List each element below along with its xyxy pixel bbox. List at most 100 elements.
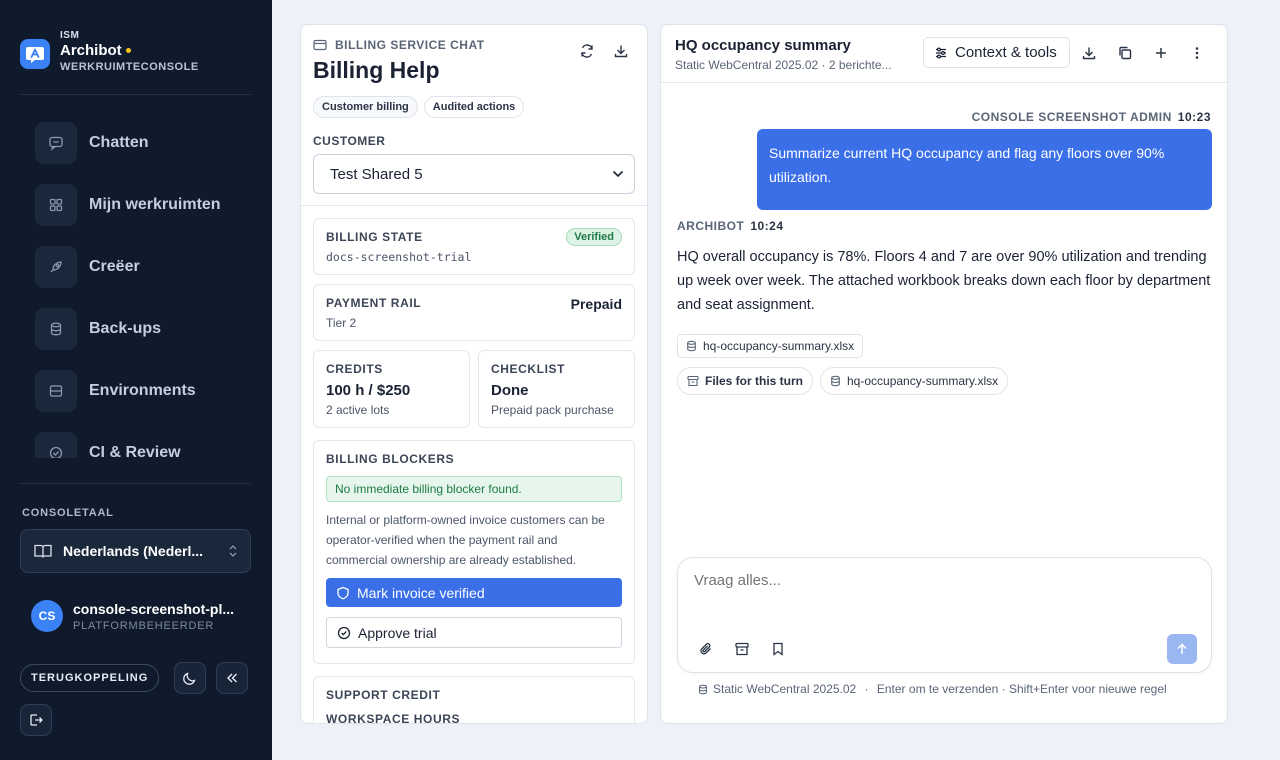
blocker-description: Internal or platform-owned invoice custo… bbox=[326, 513, 605, 567]
user-role: PLATFORMBEHEERDER bbox=[73, 619, 215, 632]
collapse-sidebar-button[interactable] bbox=[216, 662, 248, 694]
language-select[interactable]: Nederlands (Nederl... bbox=[20, 529, 251, 573]
archive-icon[interactable] bbox=[734, 641, 750, 657]
database-icon bbox=[35, 308, 77, 350]
chevrons-left-icon bbox=[224, 670, 240, 686]
sidebar-item-backups[interactable]: Back-ups bbox=[20, 298, 252, 360]
checklist-value: Done bbox=[491, 382, 529, 399]
customer-select[interactable]: Test Shared 5 bbox=[313, 154, 635, 194]
approve-trial-label: Approve trial bbox=[358, 624, 437, 641]
arrow-up-icon bbox=[1175, 642, 1189, 656]
customer-label: CUSTOMER bbox=[313, 134, 386, 148]
footer-hint: Enter om te verzenden · Shift+Enter voor… bbox=[876, 682, 1167, 696]
approve-trial-button[interactable]: Approve trial bbox=[326, 617, 622, 648]
archive-icon bbox=[687, 375, 699, 387]
bot-message-text: HQ overall occupancy is 78%. Floors 4 an… bbox=[677, 249, 1211, 313]
database-icon bbox=[830, 375, 841, 387]
sidebar: ISM Archibot WERKRUIMTECONSOLE Chatten M… bbox=[0, 0, 272, 760]
support-credit-label: SUPPORT CREDIT bbox=[326, 688, 441, 702]
grid-icon bbox=[35, 184, 77, 226]
sidebar-item-chatten[interactable]: Chatten bbox=[20, 112, 252, 174]
mark-invoice-verified-label: Mark invoice verified bbox=[357, 584, 485, 601]
more-vertical-icon[interactable] bbox=[1189, 45, 1205, 61]
copy-icon[interactable] bbox=[1117, 45, 1133, 61]
billing-state-value: docs-screenshot-trial bbox=[326, 250, 472, 264]
message-input[interactable] bbox=[694, 572, 1174, 589]
user-message-meta: CONSOLE SCREENSHOT ADMIN 10:23 bbox=[972, 110, 1211, 124]
billing-panel: BILLING SERVICE CHAT Billing Help Custom… bbox=[300, 24, 648, 724]
user-profile[interactable]: CS console-screenshot-pl... PLATFORMBEHE… bbox=[31, 600, 243, 632]
sidebar-item-label: Environments bbox=[89, 382, 196, 399]
divider bbox=[20, 483, 251, 484]
send-button[interactable] bbox=[1167, 634, 1197, 664]
logout-icon bbox=[28, 712, 44, 728]
sidebar-item-environments[interactable]: Environments bbox=[20, 360, 252, 422]
download-icon[interactable] bbox=[613, 43, 629, 59]
divider bbox=[20, 94, 251, 95]
check-circle-icon bbox=[35, 432, 77, 458]
page-title: Billing Help bbox=[313, 57, 440, 83]
bookmark-icon[interactable] bbox=[770, 641, 786, 657]
chevron-down-icon bbox=[612, 170, 624, 178]
plus-icon[interactable] bbox=[1153, 45, 1169, 61]
sidebar-item-werkruimten[interactable]: Mijn werkruimten bbox=[20, 174, 252, 236]
brand-subtitle: WERKRUIMTECONSOLE bbox=[60, 61, 199, 73]
support-credit-card: SUPPORT CREDIT WORKSPACE HOURS bbox=[313, 676, 635, 723]
paperclip-icon[interactable] bbox=[698, 641, 714, 657]
sidebar-item-label: CI & Review bbox=[89, 444, 181, 458]
sliders-icon bbox=[934, 46, 948, 60]
brand-org: ISM bbox=[60, 30, 80, 41]
turn-file-chip[interactable]: hq-occupancy-summary.xlsx bbox=[820, 367, 1009, 395]
footer-environment: Static WebCentral 2025.02 bbox=[713, 682, 857, 696]
chip-audited-actions: Audited actions bbox=[423, 96, 525, 118]
context-tools-label: Context & tools bbox=[955, 44, 1057, 61]
credits-value: 100 h / $250 bbox=[326, 382, 411, 399]
payment-rail-card: PAYMENT RAIL Prepaid Tier 2 bbox=[313, 284, 635, 341]
files-for-turn-button[interactable]: Files for this turn bbox=[677, 367, 814, 395]
sidebar-nav: Chatten Mijn werkruimten Creëer Back-ups… bbox=[20, 112, 252, 458]
logout-button[interactable] bbox=[20, 704, 52, 736]
credits-card: CREDITS 100 h / $250 2 active lots bbox=[313, 350, 470, 428]
language-value: Nederlands (Nederl... bbox=[63, 543, 204, 559]
billing-state-card: BILLING STATE Verified docs-screenshot-t… bbox=[313, 218, 635, 275]
status-dot-icon bbox=[125, 48, 131, 53]
moon-icon bbox=[182, 670, 198, 686]
sidebar-item-label: Back-ups bbox=[89, 320, 162, 337]
sidebar-item-label: Mijn werkruimten bbox=[89, 196, 221, 213]
billing-kicker: BILLING SERVICE CHAT bbox=[335, 38, 485, 52]
sidebar-item-label: Creëer bbox=[89, 258, 140, 275]
billing-blockers-card: BILLING BLOCKERS No immediate billing bl… bbox=[313, 440, 635, 664]
theme-toggle-button[interactable] bbox=[174, 662, 206, 694]
composer bbox=[677, 557, 1212, 673]
status-badge: Verified bbox=[566, 228, 622, 246]
billing-blockers-label: BILLING BLOCKERS bbox=[326, 452, 455, 466]
shield-icon bbox=[336, 586, 350, 600]
user-message-bubble: Summarize current HQ occupancy and flag … bbox=[757, 129, 1212, 210]
database-icon bbox=[686, 340, 697, 352]
archibot-logo-icon bbox=[20, 39, 50, 69]
context-tools-button[interactable]: Context & tools bbox=[923, 37, 1070, 68]
sidebar-item-creeer[interactable]: Creëer bbox=[20, 236, 252, 298]
attachment-chip[interactable]: hq-occupancy-summary.xlsx bbox=[677, 334, 864, 358]
turn-file-name: hq-occupancy-summary.xlsx bbox=[847, 374, 999, 388]
composer-footer: Static WebCentral 2025.02 · Enter om te … bbox=[698, 682, 1167, 696]
attachment-name: hq-occupancy-summary.xlsx bbox=[703, 339, 855, 353]
customer-value: Test Shared 5 bbox=[330, 165, 423, 183]
brand[interactable]: ISM Archibot WERKRUIMTECONSOLE bbox=[20, 30, 199, 73]
chat-subtitle: Static WebCentral 2025.02 · 2 berichte..… bbox=[675, 58, 892, 72]
language-label: CONSOLETAAL bbox=[22, 507, 114, 519]
sidebar-item-label: Chatten bbox=[89, 134, 149, 151]
checklist-label: CHECKLIST bbox=[491, 362, 566, 376]
credits-sub: 2 active lots bbox=[326, 403, 390, 417]
mark-invoice-verified-button[interactable]: Mark invoice verified bbox=[326, 578, 622, 607]
chat-icon bbox=[35, 122, 77, 164]
feedback-button[interactable]: TERUGKOPPELING bbox=[20, 664, 160, 692]
checklist-sub: Prepaid pack purchase bbox=[491, 403, 614, 417]
no-blocker-notice: No immediate billing blocker found. bbox=[326, 476, 622, 502]
refresh-icon[interactable] bbox=[579, 43, 595, 59]
check-circle-icon bbox=[337, 626, 351, 640]
download-icon[interactable] bbox=[1081, 45, 1097, 61]
sidebar-item-ci-review[interactable]: CI & Review bbox=[20, 422, 252, 458]
checklist-card: CHECKLIST Done Prepaid pack purchase bbox=[478, 350, 635, 428]
credit-card-icon bbox=[313, 39, 327, 51]
